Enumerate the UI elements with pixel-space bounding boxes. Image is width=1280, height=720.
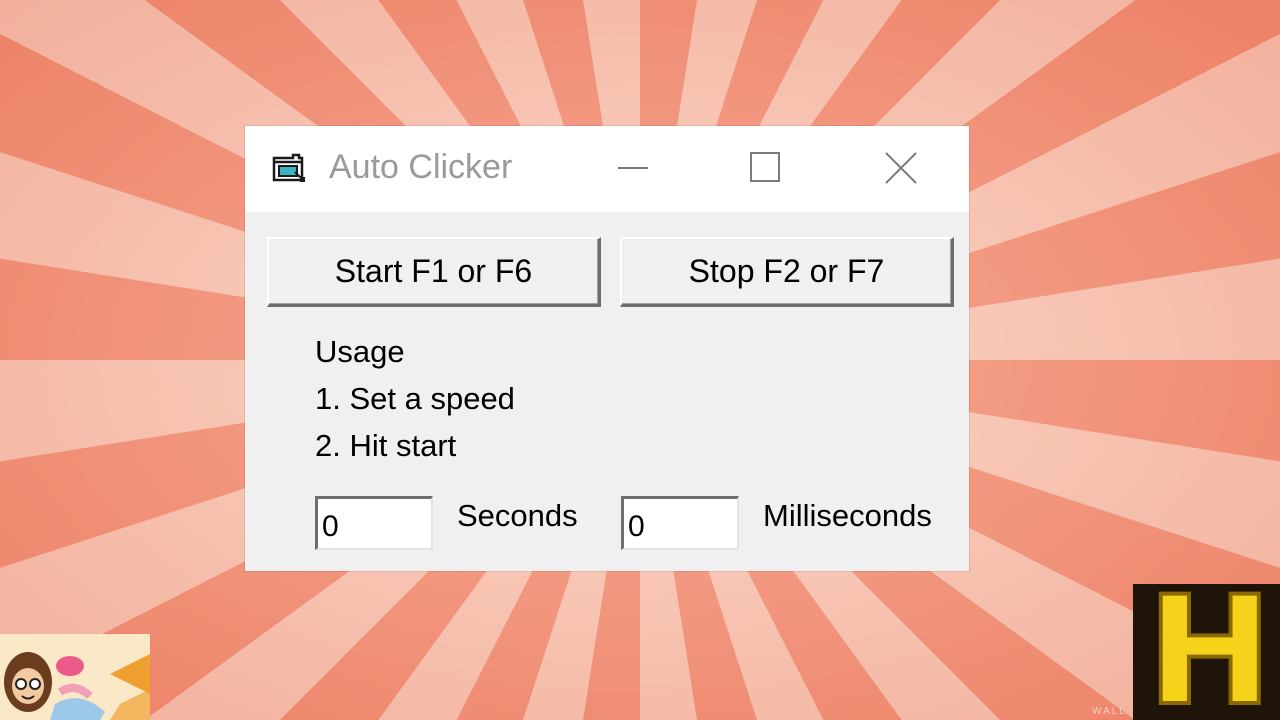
minimize-button[interactable] xyxy=(603,146,663,190)
app-icon xyxy=(271,152,305,184)
close-icon xyxy=(885,152,917,184)
close-button[interactable] xyxy=(871,146,931,190)
start-button[interactable]: Start F1 or F6 xyxy=(267,237,601,307)
maximize-icon xyxy=(750,152,780,182)
window-title: Auto Clicker xyxy=(329,148,513,186)
channel-logo-letter: H xyxy=(1145,584,1275,720)
stop-button[interactable]: Stop F2 or F7 xyxy=(620,237,954,307)
maximize-button[interactable] xyxy=(735,146,795,190)
minimize-icon xyxy=(618,167,648,169)
usage-step-1: 1. Set a speed xyxy=(315,381,515,416)
usage-step-2: 2. Hit start xyxy=(315,428,457,463)
milliseconds-label: Milliseconds xyxy=(763,498,932,533)
desktop-background: Auto Clicker Start F1 or F6 Stop F2 or F… xyxy=(0,0,1280,720)
channel-logo-thumbnail: H xyxy=(1133,584,1280,720)
stop-button-label: Stop F2 or F7 xyxy=(688,253,885,289)
auto-clicker-window: Auto Clicker Start F1 or F6 Stop F2 or F… xyxy=(245,126,969,571)
start-button-label: Start F1 or F6 xyxy=(334,253,533,289)
seconds-input[interactable] xyxy=(315,496,433,550)
title-bar[interactable]: Auto Clicker xyxy=(245,126,969,212)
milliseconds-input[interactable] xyxy=(621,496,739,550)
usage-heading: Usage xyxy=(315,334,405,369)
wallpaper-watermark: WALL xyxy=(1092,706,1127,717)
seconds-label: Seconds xyxy=(457,498,578,533)
channel-avatar-thumbnail xyxy=(0,634,150,720)
